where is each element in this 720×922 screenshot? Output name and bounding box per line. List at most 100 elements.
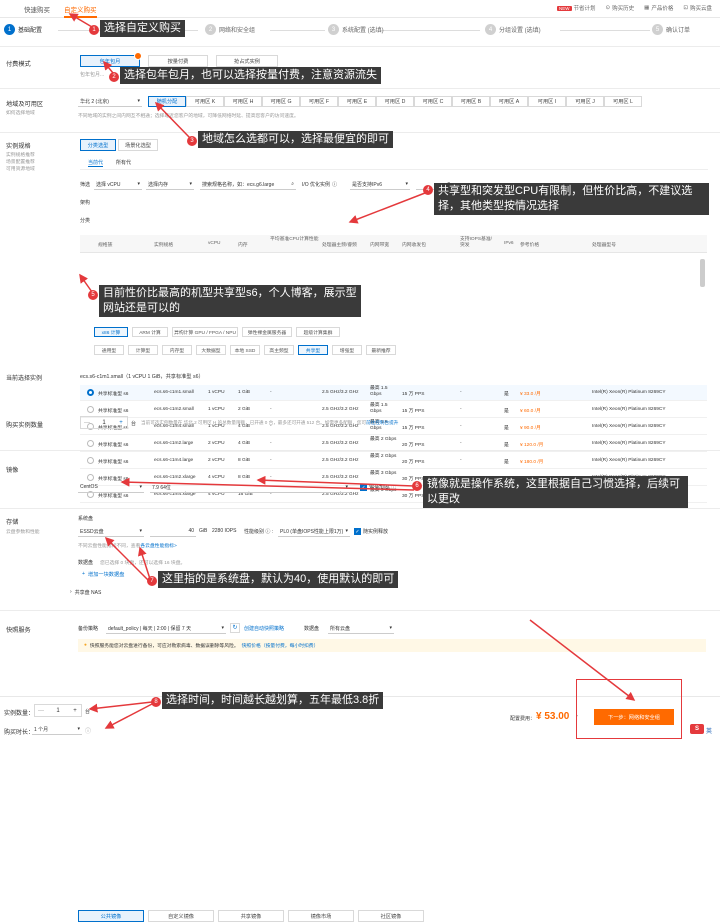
category-option[interactable]: 通用型: [94, 345, 124, 355]
footer-qty-value[interactable]: 1: [47, 708, 69, 714]
tab-category-select[interactable]: 分类选型: [80, 139, 116, 151]
arch-option[interactable]: 异构计算 GPU / FPGA / NPU: [172, 327, 238, 337]
history-icon: ⊙: [605, 5, 611, 11]
step-number: 3: [328, 24, 339, 35]
image-tab[interactable]: 镜像市场: [288, 910, 354, 922]
tab-quick-buy[interactable]: 快速购买: [24, 4, 50, 14]
spec-search-input[interactable]: 搜索规格名称，如：ecs.g6.large ⌕: [200, 179, 296, 190]
minus-icon[interactable]: —: [81, 420, 93, 426]
step-network[interactable]: 2 网络和安全组: [205, 24, 255, 35]
disk-size-input[interactable]: 40: [150, 526, 196, 537]
category-option[interactable]: 高主频型: [264, 345, 294, 355]
footer-qty-stepper[interactable]: — 1 +: [34, 704, 82, 717]
col-price[interactable]: 参考价格: [520, 241, 539, 248]
billing-payg-button[interactable]: 按量付费: [148, 55, 208, 67]
row-radio[interactable]: [87, 440, 94, 447]
perf-level-select[interactable]: PL0 (单盘IOPS性能上限1万) ▾: [278, 526, 350, 537]
category-option[interactable]: 计算型: [128, 345, 158, 355]
saving-plan-link[interactable]: NEW 节省计划: [557, 4, 596, 12]
minus-icon[interactable]: —: [35, 708, 47, 714]
col-bandwidth[interactable]: 内网带宽: [370, 241, 389, 248]
zone-option[interactable]: 可用区 L: [604, 96, 642, 107]
zone-option[interactable]: 可用区 J: [566, 96, 604, 107]
zone-option[interactable]: 可用区 A: [490, 96, 528, 107]
quantity-stepper[interactable]: — 1 +: [80, 416, 128, 429]
os-version-select[interactable]: 7.9 64位 ▾: [150, 482, 350, 493]
step-divider: [380, 30, 480, 31]
category-option[interactable]: 本地 SSD: [230, 345, 260, 355]
subtab-current[interactable]: 当前代: [88, 159, 104, 167]
divider: [80, 169, 708, 170]
zone-option[interactable]: 随机分配: [148, 96, 186, 107]
image-tab[interactable]: 社区镜像: [358, 910, 424, 922]
region-select[interactable]: 华北 2 (北京) ▾: [78, 96, 142, 107]
zone-option[interactable]: 可用区 B: [452, 96, 490, 107]
zone-option[interactable]: 可用区 E: [338, 96, 376, 107]
zone-option[interactable]: 可用区 H: [224, 96, 262, 107]
io-filter[interactable]: I/O 优化实例 ⓘ: [302, 181, 337, 188]
zone-option[interactable]: 可用区 D: [376, 96, 414, 107]
table-scrollbar[interactable]: [700, 259, 705, 287]
refresh-icon[interactable]: ↻: [230, 623, 240, 633]
arch-option[interactable]: ARM 计算: [132, 327, 168, 337]
zone-option[interactable]: 可用区 C: [414, 96, 452, 107]
add-data-disk-button[interactable]: + 增加一块数据盘: [82, 571, 124, 578]
disk-type-select[interactable]: ESSD云盘 ▾: [78, 526, 144, 537]
image-tab[interactable]: 共享镜像: [218, 910, 284, 922]
zone-option[interactable]: 可用区 I: [528, 96, 566, 107]
os-select[interactable]: CentOS ▾: [78, 482, 144, 493]
category-option[interactable]: 内存型: [162, 345, 192, 355]
step-basic[interactable]: 1 基础配置: [4, 24, 42, 35]
tab-scenario-select[interactable]: 场景化选型: [118, 139, 158, 151]
col-vcpu[interactable]: vCPU: [208, 241, 221, 246]
backup-policy-select[interactable]: default_policy | 每天 | 2:00 | 保留 7 天 ▾: [106, 623, 226, 634]
row-radio[interactable]: [87, 389, 94, 396]
plus-icon[interactable]: +: [115, 420, 127, 426]
col-ipv6: IPv6: [504, 241, 514, 246]
col-pps[interactable]: 内网收发包: [402, 241, 426, 248]
billing-spot-button[interactable]: 抢占式实例: [216, 55, 278, 67]
release-with-instance-checkbox[interactable]: ✓ 随实例释放: [354, 528, 388, 535]
purchase-history-link[interactable]: ⊙ 购买历史: [606, 4, 635, 12]
cell-mem: 1 GiB: [238, 390, 250, 395]
plus-icon[interactable]: +: [69, 708, 81, 714]
zone-option[interactable]: 可用区 K: [186, 96, 224, 107]
category-option[interactable]: 共享型: [298, 345, 328, 355]
arch-option[interactable]: 弹性裸金属服务器: [242, 327, 292, 337]
arch-option[interactable]: 超级计算集群: [296, 327, 340, 337]
image-tab[interactable]: 公共镜像: [78, 910, 144, 922]
spec-table-row[interactable]: 共享标准型 s6 ecs.s6-c1m1.small 1 vCPU 1 GiB - 2.5…: [80, 385, 707, 401]
security-hardening-checkbox[interactable]: ✓ 安全加固 ⓘ: [360, 484, 396, 491]
category-option[interactable]: 大数据型: [196, 345, 226, 355]
buy-disk-link[interactable]: ⊡ 购买云盘: [683, 4, 712, 12]
snapshot-disk-select[interactable]: 所有云盘 ▾: [328, 623, 394, 634]
spec-sublabel-2: 场景配置推荐: [6, 160, 35, 165]
create-snapshot-policy-link[interactable]: 创建自动快照策略: [244, 625, 284, 632]
arch-option[interactable]: x86 计算: [94, 327, 128, 337]
zone-option[interactable]: 可用区 F: [300, 96, 338, 107]
disk-perf-link[interactable]: 各云盘性能指标>: [140, 544, 176, 549]
subtab-all[interactable]: 所有代: [116, 159, 131, 166]
ipv6-filter[interactable]: 是否支持IPv6 ▾: [350, 179, 410, 190]
col-family[interactable]: 规格族: [98, 241, 112, 248]
category-option[interactable]: 最新推荐: [366, 345, 396, 355]
snapshot-price-link[interactable]: 快照价格（按量付费，每小时扣费）: [242, 642, 319, 649]
perf-level: 性能级别 ⓘ :: [244, 529, 274, 535]
image-tab[interactable]: 自定义镜像: [148, 910, 214, 922]
quota-link[interactable]: 前往控制台提升: [366, 420, 398, 425]
product-price-link[interactable]: ▦ 产品价格: [644, 4, 673, 12]
quantity-value[interactable]: 1: [93, 420, 115, 426]
memory-filter[interactable]: 选择内存 ▾: [146, 179, 194, 190]
zone-option[interactable]: 可用区 G: [262, 96, 300, 107]
nas-toggle[interactable]: › 共享盘 NAS: [70, 589, 101, 596]
step-confirm[interactable]: 5 确认订单: [652, 24, 690, 35]
billing-subscription-button[interactable]: 包年包月: [80, 55, 140, 67]
category-option[interactable]: 增强型: [332, 345, 362, 355]
step-system[interactable]: 3 系统配置 (选填): [328, 24, 384, 35]
vcpu-filter[interactable]: 选择 vCPU ▾: [94, 179, 142, 190]
tab-custom-buy[interactable]: 自定义购买: [64, 4, 97, 18]
col-memory[interactable]: 内存: [238, 241, 248, 248]
step-group[interactable]: 4 分组设置 (选填): [485, 24, 541, 35]
chevron-down-icon: ▾: [221, 625, 224, 631]
duration-select[interactable]: 1 个月 ▾: [32, 724, 82, 735]
